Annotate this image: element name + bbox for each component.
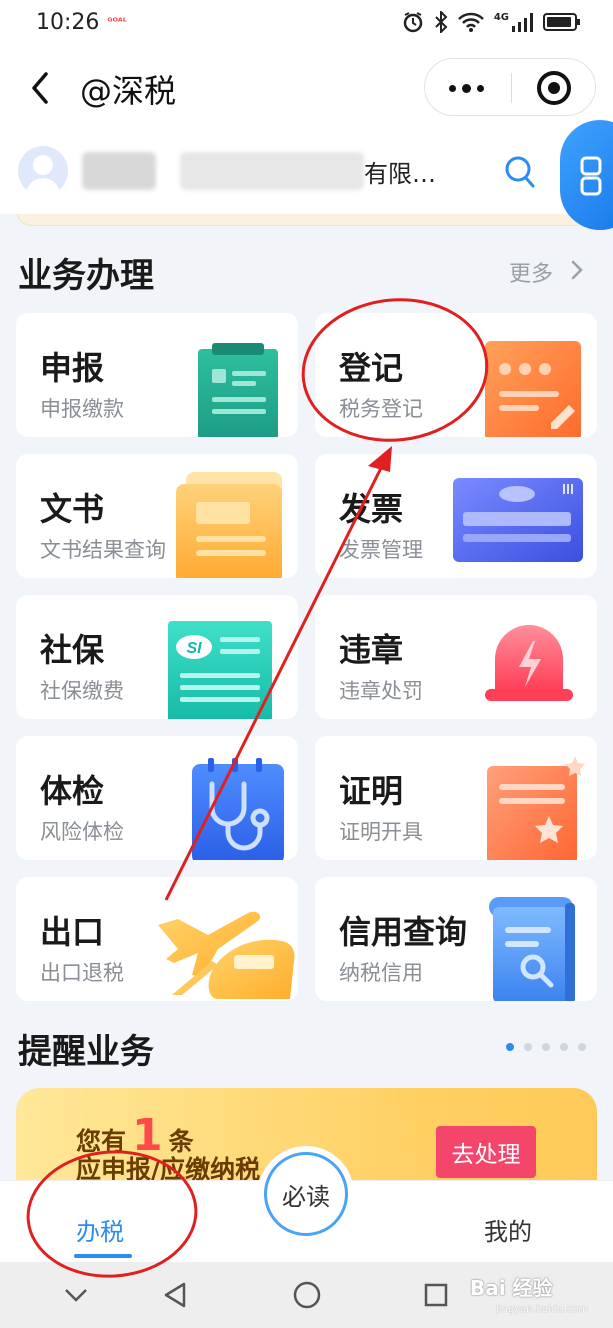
card-subtitle: 文书结果查询 — [40, 538, 166, 562]
mini-program-capsule — [424, 58, 596, 116]
alarm-light-icon — [485, 625, 573, 701]
chevron-down-icon[interactable] — [62, 1280, 90, 1310]
si-badge-text: SI — [186, 640, 202, 657]
recents-square-icon[interactable] — [422, 1280, 450, 1310]
blurred-company-name — [180, 152, 364, 190]
card-title: 证明 — [339, 772, 404, 810]
signal-icon — [512, 13, 533, 32]
more-link[interactable]: 更多 — [509, 256, 553, 288]
status-bar: 10:26 ᴳᴼᴬᴸ 4G — [0, 0, 613, 44]
chevron-right-icon[interactable] — [569, 258, 585, 282]
tab-label-must-read: 必读 — [264, 1152, 348, 1236]
card-title: 信用查询 — [339, 913, 468, 951]
section-title-reminders: 提醒业务 — [18, 1032, 154, 1072]
certificate-star-icon — [487, 756, 585, 860]
card-subtitle: 发票管理 — [339, 538, 423, 562]
card-subtitle: 税务登记 — [339, 397, 423, 421]
card-title: 体检 — [40, 772, 105, 810]
card-subtitle: 出口退税 — [40, 961, 124, 985]
card-subtitle: 证明开具 — [339, 820, 423, 844]
avatar[interactable] — [18, 146, 68, 196]
back-triangle-icon[interactable] — [162, 1280, 190, 1310]
tab-must-read[interactable]: 必读 — [258, 1146, 354, 1242]
carousel-dot[interactable] — [506, 1043, 514, 1051]
carousel-dot[interactable] — [560, 1043, 568, 1051]
card-title: 发票 — [339, 490, 404, 528]
card-checkup[interactable]: 体检 风险体检 — [16, 736, 298, 860]
status-time: 10:26 — [36, 9, 100, 35]
card-certificate[interactable]: 证明 证明开具 — [315, 736, 597, 860]
section-title-business: 业务办理 — [18, 256, 154, 296]
wifi-icon — [457, 12, 484, 32]
capsule-divider — [511, 73, 512, 103]
clipboard-icon — [198, 343, 278, 437]
blurred-user-name — [82, 152, 156, 190]
card-export[interactable]: 出口 出口退税 — [16, 877, 298, 1001]
card-subtitle: 风险体检 — [40, 820, 124, 844]
social-security-card-icon: SI — [168, 621, 272, 719]
floating-menu-button[interactable] — [560, 120, 613, 230]
card-title: 文书 — [40, 490, 105, 528]
card-subtitle: 违章处罚 — [339, 679, 423, 703]
plane-train-icon — [158, 911, 295, 999]
account-bar[interactable]: 有限… — [0, 132, 613, 214]
card-subtitle: 社保缴费 — [40, 679, 124, 703]
carousel-dot[interactable] — [524, 1043, 532, 1051]
network-type: 4G — [493, 11, 509, 23]
watermark-url: jingyan.baidu.com — [496, 1304, 589, 1315]
card-title: 违章 — [339, 631, 404, 669]
credit-scroll-search-icon — [489, 897, 575, 1001]
process-button[interactable]: 去处理 — [436, 1126, 536, 1178]
nav-bar: @深税 — [0, 44, 613, 132]
watermark-logo: Bai 经验 — [470, 1276, 553, 1300]
page-title: @深税 — [80, 72, 177, 110]
form-icon — [485, 341, 581, 437]
card-title: 社保 — [40, 631, 105, 669]
card-register[interactable]: 登记 税务登记 — [315, 313, 597, 437]
stethoscope-icon — [192, 758, 284, 860]
battery-icon — [543, 13, 580, 31]
card-violation[interactable]: 违章 违章处罚 — [315, 595, 597, 719]
card-subtitle: 申报缴款 — [40, 397, 124, 421]
tab-active-indicator — [74, 1254, 132, 1258]
invoice-card-icon — [453, 478, 583, 562]
bluetooth-icon — [435, 11, 448, 33]
search-icon[interactable] — [504, 154, 536, 190]
status-icons: 4G — [402, 11, 580, 33]
card-subtitle: 纳税信用 — [339, 961, 423, 985]
card-title: 出口 — [40, 913, 105, 951]
card-title: 登记 — [339, 349, 404, 387]
home-circle-icon[interactable] — [292, 1280, 322, 1310]
target-icon[interactable] — [537, 71, 571, 105]
status-app-badge-icon: ᴳᴼᴬᴸ — [107, 16, 127, 28]
card-title: 申报 — [40, 349, 105, 387]
grid-icon — [580, 156, 602, 196]
more-dots-icon[interactable] — [449, 84, 484, 93]
carousel-dot[interactable] — [578, 1043, 586, 1051]
tab-mine[interactable]: 我的 — [484, 1212, 532, 1247]
alarm-icon — [403, 12, 423, 33]
document-folder-icon — [176, 472, 282, 578]
card-invoice[interactable]: 发票 发票管理 — [315, 454, 597, 578]
tab-label-tax: 办税 — [76, 1218, 124, 1246]
card-documents[interactable]: 文书 文书结果查询 — [16, 454, 298, 578]
company-name: 有限… — [364, 160, 436, 188]
carousel-dot[interactable] — [542, 1043, 550, 1051]
tab-tax[interactable]: 办税 — [0, 1180, 204, 1262]
chevron-left-icon[interactable] — [26, 68, 56, 108]
card-social-security[interactable]: SI 社保 社保缴费 — [16, 595, 298, 719]
carousel-indicator — [506, 1043, 586, 1051]
card-credit-query[interactable]: 信用查询 纳税信用 — [315, 877, 597, 1001]
card-declare[interactable]: 申报 申报缴款 — [16, 313, 298, 437]
